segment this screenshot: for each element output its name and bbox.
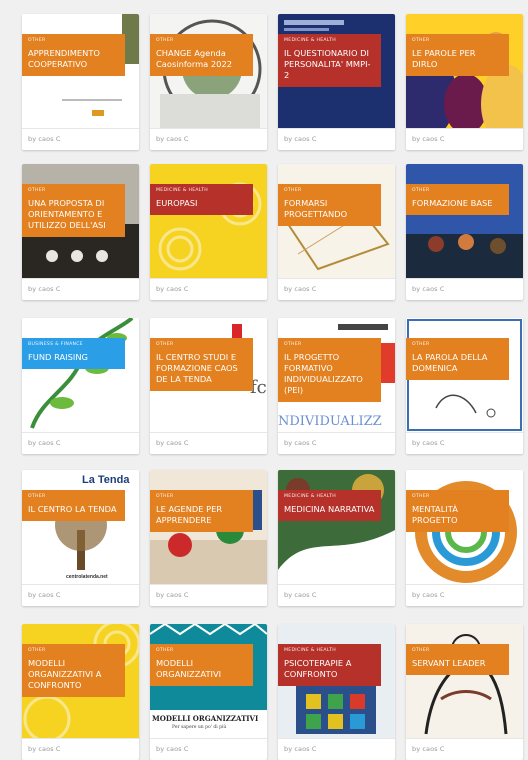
category-label: OTHER SERVANT LEADER (406, 644, 509, 675)
presentation-card[interactable]: fc OTHER IL CENTRO STUDI E FORMAZIONE CA… (150, 318, 267, 454)
presentation-card[interactable]: MODELLI ORGANIZZATIVI Per sapere un po' … (150, 624, 267, 760)
presentation-card[interactable]: OTHER APPRENDIMENTO COOPERATIVO by caos … (22, 14, 139, 150)
presentation-title[interactable]: FORMAZIONE BASE (412, 198, 503, 209)
presentation-title[interactable]: EUROPASI (156, 198, 247, 209)
category-label: OTHER LE PAROLE PER DIRLO (406, 34, 509, 76)
category-label: MEDICINE & HEALTH EUROPASI (150, 184, 253, 215)
presentation-grid: OTHER APPRENDIMENTO COOPERATIVO by caos … (0, 0, 528, 760)
author-text: by caos C (156, 591, 189, 599)
presentation-title[interactable]: SERVANT LEADER (412, 658, 503, 669)
thumbnail-text: NDIVIDUALIZZ (278, 414, 382, 429)
presentation-card[interactable]: OTHER LE PAROLE PER DIRLO by caos C (406, 14, 523, 150)
presentation-card[interactable]: MEDICINE & HEALTH MEDICINA NARRATIVA by … (278, 470, 395, 606)
author-text: by caos C (412, 439, 445, 447)
category-label: OTHER MODELLI ORGANIZZATIVI (150, 644, 253, 686)
presentation-title[interactable]: LE PAROLE PER DIRLO (412, 48, 503, 70)
category-label: OTHER FORMAZIONE BASE (406, 184, 509, 215)
presentation-title[interactable]: UNA PROPOSTA DI ORIENTAMENTO E UTILIZZO … (28, 198, 119, 231)
presentation-title[interactable]: PSICOTERAPIE A CONFRONTO (284, 658, 375, 680)
thumbnail-text: MODELLI ORGANIZZATIVI (152, 714, 259, 723)
presentation-title[interactable]: IL CENTRO STUDI E FORMAZIONE CAOS DE LA … (156, 352, 247, 385)
author-text: by caos C (28, 745, 61, 753)
category-label: BUSINESS & FINANCE FUND RAISING (22, 338, 125, 369)
category-label: OTHER FORMARSI PROGETTANDO (278, 184, 381, 226)
presentation-card[interactable]: NDIVIDUALIZZ OTHER IL PROGETTO FORMATIVO… (278, 318, 395, 454)
category-label: MEDICINE & HEALTH IL QUESTIONARIO DI PER… (278, 34, 381, 87)
card-thumbnail[interactable] (22, 318, 139, 432)
presentation-card[interactable]: OTHER MODELLI ORGANIZZATIVI A CONFRONTO … (22, 624, 139, 760)
category-label: OTHER CHANGE Agenda Caosinforma 2022 (150, 34, 253, 76)
presentation-card[interactable]: MEDICINE & HEALTH IL QUESTIONARIO DI PER… (278, 14, 395, 150)
presentation-title[interactable]: MODELLI ORGANIZZATIVI A CONFRONTO (28, 658, 119, 691)
category-label: OTHER IL CENTRO LA TENDA (22, 490, 125, 521)
category-label: OTHER APPRENDIMENTO COOPERATIVO (22, 34, 125, 76)
author-text: by caos C (156, 135, 189, 143)
thumbnail-image (278, 470, 395, 584)
author-text: by caos C (284, 745, 317, 753)
card-thumbnail[interactable] (406, 624, 523, 738)
card-thumbnail[interactable] (278, 470, 395, 584)
presentation-card[interactable]: OTHER UNA PROPOSTA DI ORIENTAMENTO E UTI… (22, 164, 139, 300)
presentation-title[interactable]: CHANGE Agenda Caosinforma 2022 (156, 48, 247, 70)
category-label: OTHER UNA PROPOSTA DI ORIENTAMENTO E UTI… (22, 184, 125, 237)
card-thumbnail[interactable] (406, 164, 523, 278)
thumbnail-image (22, 470, 139, 584)
author-text: by caos C (412, 591, 445, 599)
author-text: by caos C (28, 439, 61, 447)
author-text: by caos C (284, 135, 317, 143)
author-text: by caos C (412, 745, 445, 753)
category-label: OTHER IL PROGETTO FORMATIVO INDIVIDUALIZ… (278, 338, 381, 402)
thumbnail-image (406, 164, 523, 278)
author-text: by caos C (412, 135, 445, 143)
category-label: OTHER LE AGENDE PER APPRENDERE (150, 490, 253, 532)
presentation-card[interactable]: OTHER CHANGE Agenda Caosinforma 2022 by … (150, 14, 267, 150)
author-text: by caos C (28, 135, 61, 143)
presentation-title[interactable]: IL QUESTIONARIO DI PERSONALITA' MMPI-2 (284, 48, 375, 81)
author-text: by caos C (156, 745, 189, 753)
presentation-title[interactable]: MODELLI ORGANIZZATIVI (156, 658, 247, 680)
category-label: OTHER MENTALITÀ PROGETTO (406, 490, 509, 532)
presentation-title[interactable]: IL PROGETTO FORMATIVO INDIVIDUALIZZATO (… (284, 352, 375, 396)
presentation-card[interactable]: MEDICINE & HEALTH PSICOTERAPIE A CONFRON… (278, 624, 395, 760)
category-label: MEDICINE & HEALTH MEDICINA NARRATIVA (278, 490, 381, 521)
thumbnail-text: centrolatenda.net (66, 574, 108, 580)
author-text: by caos C (156, 439, 189, 447)
presentation-card[interactable]: OTHER FORMARSI PROGETTANDO by caos C (278, 164, 395, 300)
presentation-title[interactable]: IL CENTRO LA TENDA (28, 504, 119, 515)
presentation-card[interactable]: OTHER SERVANT LEADER by caos C (406, 624, 523, 760)
thumbnail-image (22, 318, 139, 432)
presentation-title[interactable]: MEDICINA NARRATIVA (284, 504, 375, 515)
presentation-title[interactable]: FORMARSI PROGETTANDO (284, 198, 375, 220)
thumbnail-image (406, 624, 523, 738)
presentation-title[interactable]: LE AGENDE PER APPRENDERE (156, 504, 247, 526)
category-label: MEDICINE & HEALTH PSICOTERAPIE A CONFRON… (278, 644, 381, 686)
author-text: by caos C (28, 591, 61, 599)
presentation-title[interactable]: LA PAROLA DELLA DOMENICA (412, 352, 503, 374)
thumbnail-image (150, 164, 267, 278)
presentation-card[interactable]: MEDICINE & HEALTH EUROPASI by caos C (150, 164, 267, 300)
author-text: by caos C (284, 591, 317, 599)
category-label: OTHER IL CENTRO STUDI E FORMAZIONE CAOS … (150, 338, 253, 391)
presentation-card[interactable]: OTHER LA PAROLA DELLA DOMENICA by caos C (406, 318, 523, 454)
author-text: by caos C (28, 285, 61, 293)
presentation-title[interactable]: FUND RAISING (28, 352, 119, 363)
presentation-card[interactable]: La Tenda centrolatenda.net OTHER IL CENT… (22, 470, 139, 606)
thumbnail-text: Per sapere un po' di più (172, 725, 227, 730)
presentation-card[interactable]: OTHER MENTALITÀ PROGETTO by caos C (406, 470, 523, 606)
latenda-logo: La Tenda (82, 474, 130, 486)
category-label: OTHER LA PAROLA DELLA DOMENICA (406, 338, 509, 380)
author-text: by caos C (156, 285, 189, 293)
author-text: by caos C (284, 439, 317, 447)
author-text: by caos C (284, 285, 317, 293)
author-text: by caos C (412, 285, 445, 293)
presentation-title[interactable]: APPRENDIMENTO COOPERATIVO (28, 48, 119, 70)
presentation-card[interactable]: BUSINESS & FINANCE FUND RAISING by caos … (22, 318, 139, 454)
category-label: OTHER MODELLI ORGANIZZATIVI A CONFRONTO (22, 644, 125, 697)
card-thumbnail[interactable]: La Tenda centrolatenda.net (22, 470, 139, 584)
presentation-card[interactable]: OTHER FORMAZIONE BASE by caos C (406, 164, 523, 300)
presentation-card[interactable]: OTHER LE AGENDE PER APPRENDERE by caos C (150, 470, 267, 606)
card-thumbnail[interactable] (150, 164, 267, 278)
presentation-title[interactable]: MENTALITÀ PROGETTO (412, 504, 503, 526)
